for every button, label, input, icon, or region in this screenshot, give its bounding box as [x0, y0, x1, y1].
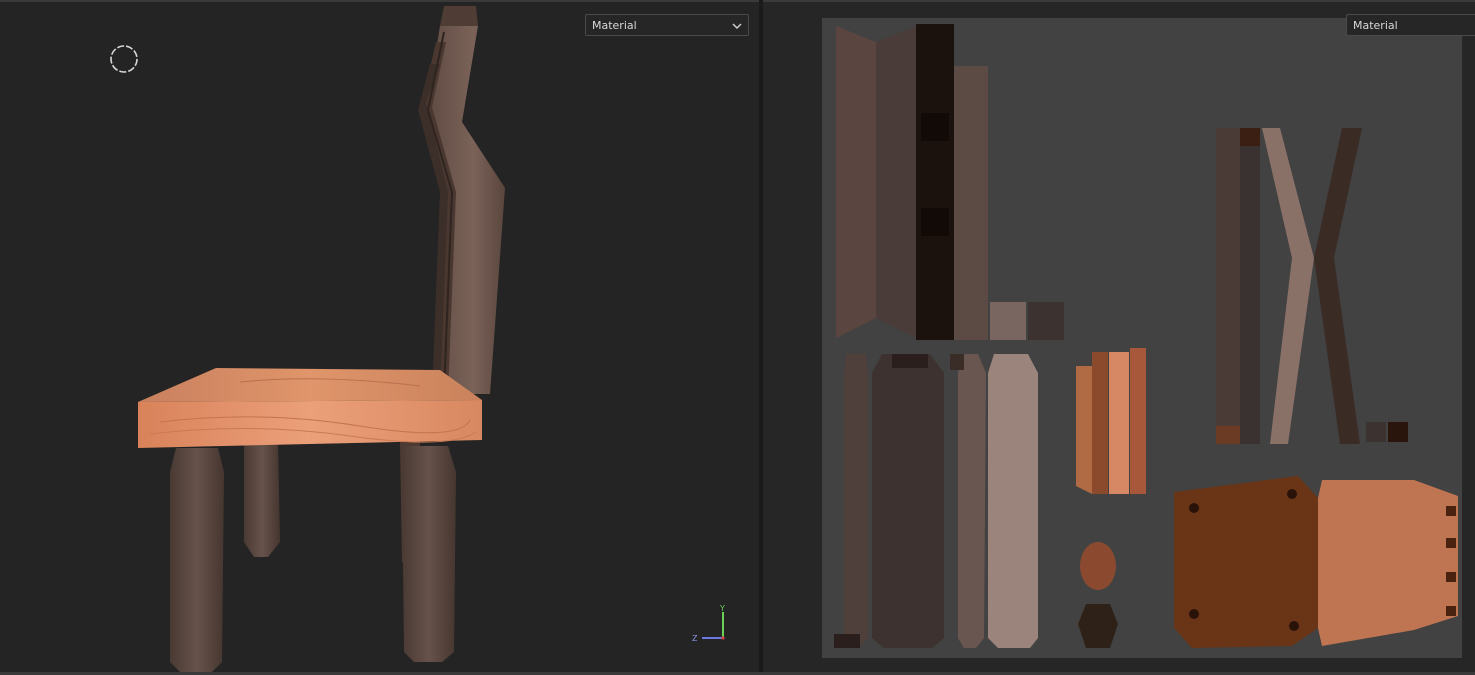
- viewport-uv[interactable]: Material: [763, 2, 1475, 672]
- chair-leg-front-left: [170, 448, 224, 672]
- shading-mode-dropdown[interactable]: Material: [585, 14, 749, 36]
- chair-backrest: [418, 6, 505, 394]
- uv-shading-mode-value: Material: [1353, 19, 1398, 32]
- uv-seat-top: [1318, 480, 1458, 646]
- shading-mode-value: Material: [592, 19, 637, 32]
- z-axis-label: Z: [692, 634, 698, 643]
- viewport-3d[interactable]: Material Y Z: [0, 2, 759, 672]
- y-axis-label: Y: [719, 604, 725, 613]
- chair-leg-front-right: [402, 446, 456, 662]
- chevron-down-icon: [732, 15, 742, 37]
- uv-texture-sheet: [822, 18, 1462, 658]
- chair-seat: [138, 368, 482, 448]
- axis-gizmo: Y Z: [688, 604, 732, 648]
- uv-shading-mode-dropdown[interactable]: Material: [1346, 14, 1475, 36]
- chair-3d-render: [138, 6, 505, 672]
- dashed-circle-icon[interactable]: [108, 43, 140, 75]
- uv-island: [836, 26, 876, 338]
- chair-leg-back-left: [244, 442, 280, 557]
